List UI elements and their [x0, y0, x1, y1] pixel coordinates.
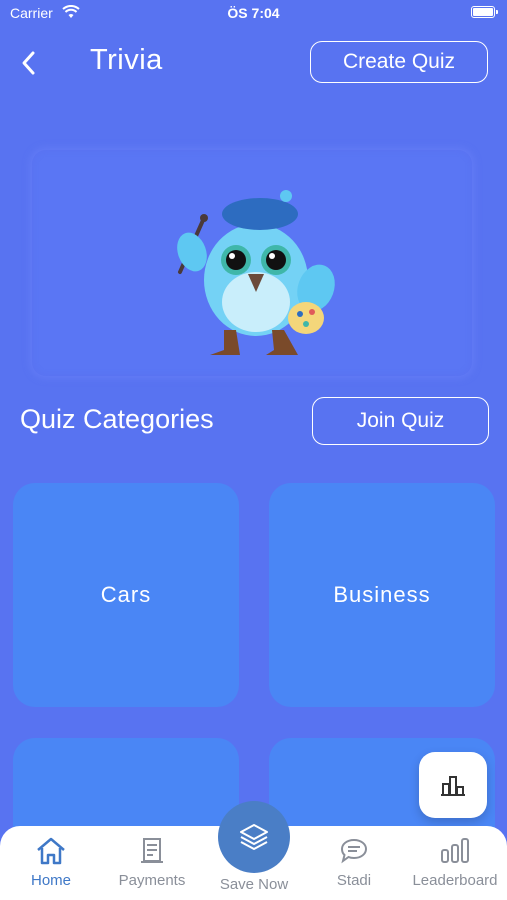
clock: ÖS 7:04 [227, 5, 280, 21]
page-title: Trivia [90, 44, 163, 76]
tab-home[interactable]: Home [1, 836, 101, 889]
tab-label: Stadi [336, 872, 372, 889]
create-quiz-button[interactable]: Create Quiz [310, 41, 488, 83]
bar-chart-icon [441, 776, 465, 796]
tab-leaderboard[interactable]: Leaderboard [405, 836, 505, 889]
tab-payments[interactable]: Payments [102, 836, 202, 889]
tab-label: Home [30, 872, 71, 889]
status-bar: Carrier ÖS 7:04 [0, 0, 507, 28]
join-quiz-button[interactable]: Join Quiz [312, 397, 489, 445]
battery-icon [471, 6, 498, 18]
tab-stadi[interactable]: Stadi [304, 836, 404, 889]
category-card-business[interactable]: Business [269, 483, 495, 707]
mascot-illustration [177, 190, 335, 355]
section-title: Quiz Categories [20, 404, 214, 434]
tab-label: Leaderboard [412, 872, 498, 889]
home-icon [37, 837, 65, 865]
bar-chart-icon [441, 838, 469, 863]
save-now-button[interactable] [218, 801, 290, 873]
receipt-icon [141, 838, 163, 863]
category-card-cars[interactable]: Cars [13, 483, 239, 707]
category-label: Business [333, 582, 431, 607]
chat-icon [340, 838, 368, 864]
layers-icon [240, 824, 268, 850]
save-now-label: Save Now [219, 876, 289, 893]
tab-label: Payments [118, 872, 186, 889]
leaderboard-fab-button[interactable] [419, 752, 487, 818]
back-button[interactable] [14, 48, 44, 78]
category-label: Cars [100, 582, 152, 607]
